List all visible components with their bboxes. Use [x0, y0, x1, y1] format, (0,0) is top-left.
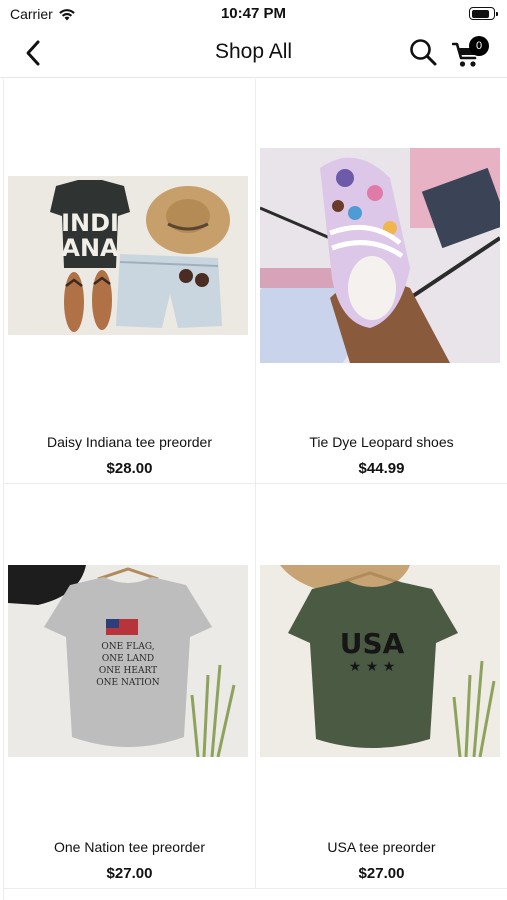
product-name[interactable]: USA tee preorder	[256, 839, 507, 855]
gray-tee-image: ONE FLAG, ONE LAND ONE HEART ONE NATION	[8, 565, 248, 757]
search-icon	[410, 39, 437, 66]
product-grid: INDI ANA Daisy Indiana tee preorder $28.…	[3, 79, 507, 900]
product-name[interactable]: Daisy Indiana tee preorder	[4, 434, 255, 450]
tee-print-line: ONE FLAG,	[101, 642, 154, 652]
cart-count-badge: 0	[469, 36, 489, 56]
product-price: $28.00	[106, 460, 153, 477]
outfit-flatlay-image: INDI ANA	[8, 176, 248, 335]
status-bar: Carrier 10:47 PM	[0, 0, 507, 28]
product-name[interactable]: One Nation tee preorder	[4, 839, 255, 855]
battery-cap	[496, 11, 498, 16]
green-tee-image: USA ★ ★ ★	[260, 565, 500, 757]
cart-button[interactable]: 0	[452, 36, 489, 70]
product-price: $27.00	[358, 865, 405, 882]
product-card[interactable]: ONE FLAG, ONE LAND ONE HEART ONE NATION …	[4, 484, 256, 889]
svg-text:INDI: INDI	[61, 209, 119, 237]
product-card[interactable]: USA ★ ★ ★ USA tee preorder $27.00	[256, 484, 507, 889]
leopard-shoe-image	[260, 148, 500, 363]
tee-print-line: ONE NATION	[96, 678, 160, 688]
back-button[interactable]	[20, 39, 48, 67]
chevron-left-icon	[26, 40, 40, 66]
tee-print-line: ONE HEART	[99, 666, 157, 676]
status-time: 10:47 PM	[220, 5, 287, 22]
battery-fill	[471, 9, 489, 18]
search-button[interactable]	[408, 37, 438, 67]
battery-icon	[469, 7, 498, 20]
product-name[interactable]: Tie Dye Leopard shoes	[256, 434, 507, 450]
product-card[interactable]: INDI ANA Daisy Indiana tee preorder $28.…	[4, 79, 256, 484]
product-price: $44.99	[358, 460, 405, 477]
tee-print: USA	[340, 627, 405, 660]
tee-print-line: ONE LAND	[102, 654, 154, 664]
svg-text:★ ★ ★: ★ ★ ★	[349, 659, 396, 675]
product-card[interactable]: Tie Dye Leopard shoes $44.99	[256, 79, 507, 484]
svg-text:ANA: ANA	[61, 234, 119, 262]
product-price: $27.00	[106, 865, 153, 882]
nav-bar: Shop All 0	[0, 28, 507, 78]
